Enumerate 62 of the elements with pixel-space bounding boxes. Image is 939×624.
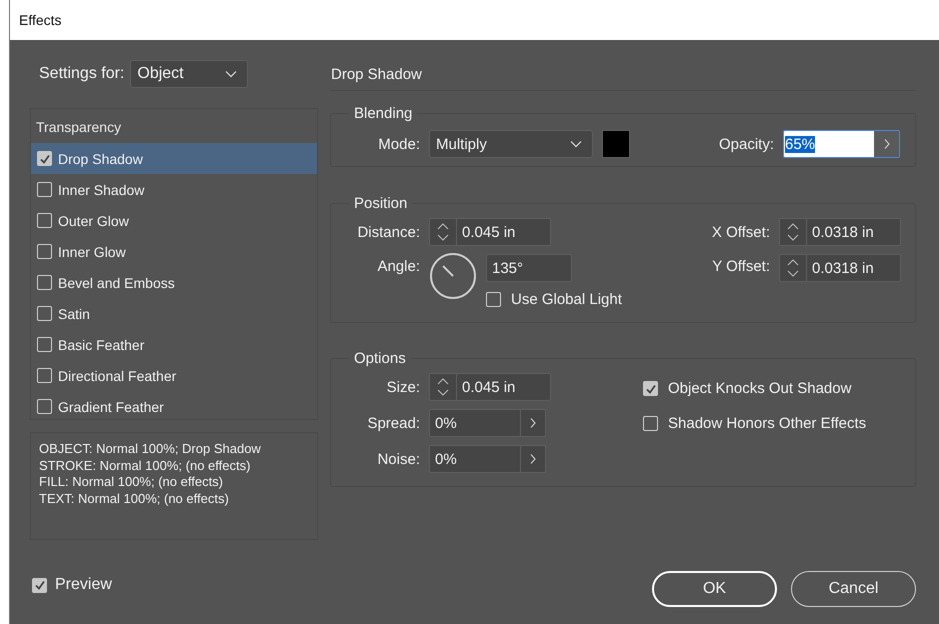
field-label: Opacity: bbox=[718, 136, 774, 152]
field-label: Spread: bbox=[366, 414, 420, 432]
angle-dial[interactable] bbox=[429, 252, 477, 300]
checkbox[interactable] bbox=[37, 399, 52, 414]
summary-line: OBJECT: Normal 100%; Drop Shadow bbox=[39, 441, 262, 458]
effect-item[interactable]: Inner Shadow bbox=[31, 174, 317, 205]
preview-checkbox[interactable] bbox=[32, 578, 47, 592]
summary-line: FILL: Normal 100%; (no effects) bbox=[39, 474, 224, 490]
color-swatch[interactable] bbox=[602, 130, 630, 158]
checkbox[interactable] bbox=[37, 213, 52, 228]
cancel-button[interactable]: Cancel bbox=[791, 571, 916, 607]
summary-line: TEXT: Normal 100%; (no effects) bbox=[39, 490, 230, 507]
settings-dropdown[interactable]: Object bbox=[130, 60, 248, 88]
checkbox[interactable] bbox=[37, 306, 52, 321]
mode-dropdown[interactable]: Multiply bbox=[429, 130, 593, 158]
field-label: Mode: bbox=[377, 136, 420, 152]
effect-item[interactable]: Outer Glow bbox=[31, 205, 317, 236]
effect-item[interactable]: Bevel and Emboss bbox=[31, 267, 317, 298]
angle-field[interactable]: 135° bbox=[486, 254, 572, 282]
field-label: Noise: bbox=[376, 450, 420, 468]
checkbox[interactable] bbox=[643, 381, 658, 396]
summary-line: STROKE: Normal 100%; (no effects) bbox=[39, 458, 252, 474]
field-label: Size: bbox=[386, 378, 420, 396]
spread-field[interactable]: 0% bbox=[429, 409, 546, 437]
effect-item[interactable]: Satin bbox=[31, 298, 317, 329]
group-title: Blending bbox=[353, 105, 414, 122]
checkbox[interactable] bbox=[37, 368, 52, 383]
checkbox[interactable] bbox=[37, 275, 52, 290]
checkbox-label: Use Global Light bbox=[511, 291, 622, 308]
field-label: Y Offset: bbox=[711, 258, 770, 275]
field-label: Angle: bbox=[376, 258, 420, 275]
preview-label: Preview bbox=[55, 576, 112, 594]
checkbox-label: Object Knocks Out Shadow bbox=[668, 380, 852, 397]
checkbox[interactable] bbox=[37, 182, 52, 197]
y-offset-field[interactable]: 0.0318 in bbox=[779, 254, 901, 282]
group-title: Position bbox=[353, 195, 408, 212]
group-title: Options bbox=[353, 350, 407, 367]
opacity-field[interactable]: 65% bbox=[783, 130, 900, 158]
field-label: X Offset: bbox=[710, 224, 770, 240]
checkbox[interactable] bbox=[37, 337, 52, 352]
effect-item[interactable]: Basic Feather bbox=[31, 329, 317, 360]
noise-field[interactable]: 0% bbox=[429, 445, 546, 473]
x-offset-field[interactable]: 0.0318 in bbox=[779, 218, 901, 246]
effect-item[interactable]: Drop Shadow bbox=[31, 143, 317, 174]
list-heading: Transparency bbox=[35, 118, 122, 137]
ok-button[interactable]: OK bbox=[652, 571, 777, 607]
settings-label: Settings for: bbox=[39, 65, 124, 83]
panel-title: Drop Shadow bbox=[330, 60, 916, 91]
size-field[interactable]: 0.045 in bbox=[429, 373, 551, 401]
checkbox[interactable] bbox=[37, 244, 52, 259]
window-title: Effects bbox=[19, 12, 62, 28]
effect-item[interactable]: Inner Glow bbox=[31, 236, 317, 267]
checkbox[interactable] bbox=[37, 151, 52, 166]
field-label: Distance: bbox=[356, 224, 420, 240]
checkbox[interactable] bbox=[486, 292, 501, 307]
chevron-down-icon bbox=[225, 70, 238, 78]
checkbox-label: Shadow Honors Other Effects bbox=[668, 415, 866, 432]
effect-item[interactable]: Directional Feather bbox=[31, 360, 317, 391]
effect-item[interactable]: Gradient Feather bbox=[31, 391, 317, 422]
chevron-down-icon bbox=[570, 140, 582, 148]
distance-field[interactable]: 0.045 in bbox=[429, 218, 551, 246]
checkbox[interactable] bbox=[643, 416, 658, 431]
